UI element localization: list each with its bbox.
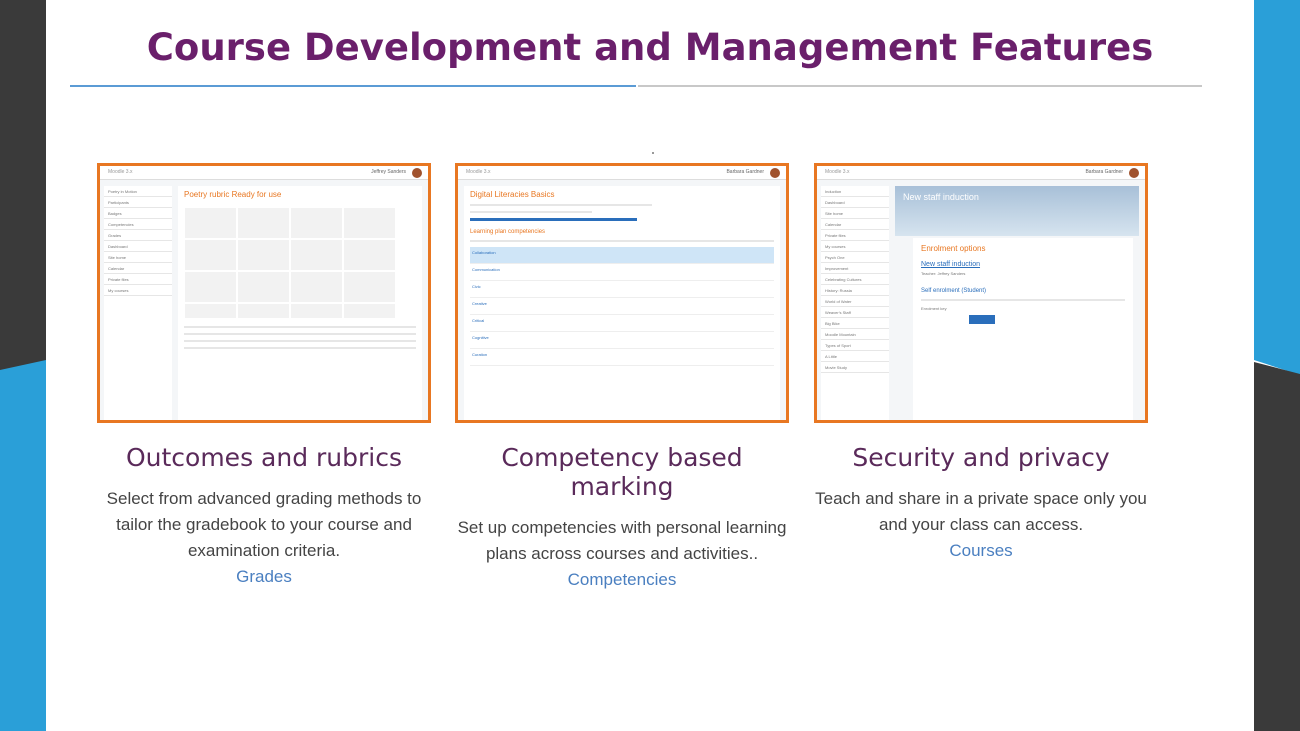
screenshot-heading: Digital Literacies Basics	[470, 190, 555, 199]
card-heading: Security and privacy	[852, 443, 1110, 472]
screenshot-heading: New staff induction	[903, 192, 979, 202]
feature-card-security: Moodle 3.x Barbara Gardner Induction Das…	[814, 163, 1148, 564]
avatar	[1129, 168, 1139, 178]
rubric-screenshot: Moodle 3.x Jeffrey Sanders Poetry in Mot…	[97, 163, 431, 423]
title-underline-blue	[70, 85, 636, 87]
screenshot-sidebar: Poetry in Motion Participants Badges Com…	[104, 186, 172, 420]
avatar	[770, 168, 780, 178]
courses-link[interactable]: Courses	[814, 538, 1148, 564]
feature-card-outcomes: Moodle 3.x Jeffrey Sanders Poetry in Mot…	[97, 163, 431, 590]
grades-link[interactable]: Grades	[97, 564, 431, 590]
screenshot-heading: Poetry rubric Ready for use	[184, 190, 282, 199]
enrol-button	[969, 315, 995, 324]
left-side-decoration	[0, 0, 46, 731]
competencies-link[interactable]: Competencies	[455, 567, 789, 593]
card-description: Set up competencies with personal learni…	[457, 518, 787, 563]
slide-title: Course Development and Management Featur…	[146, 26, 1154, 69]
right-side-decoration	[1254, 0, 1300, 731]
feature-card-competency: Moodle 3.x Barbara Gardner Digital Liter…	[455, 163, 789, 593]
screenshot-sidebar: Induction Dashboard Site home Calendar P…	[821, 186, 889, 420]
progress-bar	[470, 218, 638, 221]
title-underline-grey	[638, 85, 1202, 87]
card-heading: Competency based marking	[501, 443, 743, 501]
avatar	[412, 168, 422, 178]
enrolment-screenshot: Moodle 3.x Barbara Gardner Induction Das…	[814, 163, 1148, 423]
card-heading: Outcomes and rubrics	[125, 443, 403, 472]
competency-screenshot: Moodle 3.x Barbara Gardner Digital Liter…	[455, 163, 789, 423]
card-description: Teach and share in a private space only …	[815, 489, 1147, 534]
decorative-dot	[652, 152, 654, 154]
card-description: Select from advanced grading methods to …	[106, 489, 422, 560]
screenshot-subheading: Learning plan competencies	[470, 229, 546, 235]
